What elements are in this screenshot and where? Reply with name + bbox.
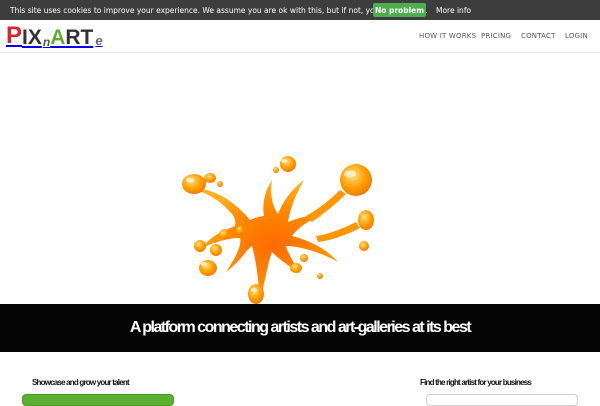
paint-splash-image	[182, 156, 374, 304]
logo-letters-rt: RT	[65, 26, 94, 49]
artist-section-label: Showcase and grow your talent	[32, 378, 130, 387]
nav-pricing: PRICING	[481, 20, 511, 52]
logo-letter-e: e	[95, 33, 103, 48]
cookie-message: This site uses cookies to improve your e…	[10, 5, 428, 15]
nav-link-login[interactable]: LOGIN	[565, 32, 588, 40]
nav-link-how-it-works[interactable]: HOW IT WORKS	[419, 32, 476, 40]
nav-link-pricing[interactable]: PRICING	[481, 32, 511, 40]
nav-login: LOGIN	[565, 20, 588, 52]
nav-how-it-works: HOW IT WORKS	[419, 20, 476, 52]
cookie-bar: This site uses cookies to improve your e…	[0, 0, 600, 20]
nav-contact: CONTACT	[521, 20, 556, 52]
nav-link-contact[interactable]: CONTACT	[521, 32, 556, 40]
site-header: P IX n A RT e HOW IT WORKS PRICING CONTA…	[0, 20, 600, 53]
cookie-more-info-link[interactable]: More info	[436, 0, 471, 20]
logo-letter-p: P	[6, 22, 23, 49]
logo-letter-a: A	[50, 26, 66, 49]
tagline-text: A platform connecting artists and art-ga…	[129, 318, 472, 336]
gallery-cta-button[interactable]	[426, 394, 578, 406]
logo-letter-n: n	[42, 35, 51, 49]
site-logo[interactable]: P IX n A RT e	[6, 22, 103, 49]
artist-cta-button[interactable]	[22, 394, 174, 406]
gallery-section-label: Find the right artist for your business	[420, 378, 532, 387]
logo-letters-ix: IX	[22, 26, 42, 49]
tagline-banner: A platform connecting artists and art-ga…	[0, 304, 600, 352]
cookie-accept-button[interactable]: No problem	[373, 3, 426, 17]
